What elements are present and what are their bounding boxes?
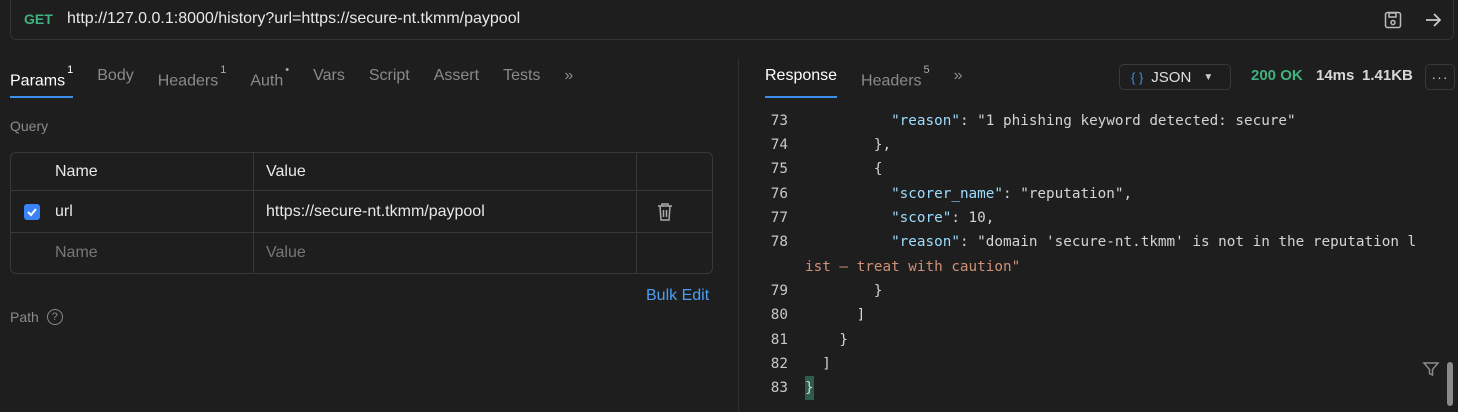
query-section-label: Query (10, 118, 49, 134)
tab-response[interactable]: Response (765, 62, 838, 98)
more-tabs-icon[interactable]: » (954, 62, 963, 98)
more-tabs-icon[interactable]: » (564, 62, 573, 98)
tab-label: Params (10, 72, 66, 90)
line-number: 77 (770, 210, 788, 226)
tab-vars[interactable]: Vars (313, 62, 345, 96)
http-method[interactable]: GET (24, 11, 53, 27)
tab-script[interactable]: Script (369, 62, 410, 96)
tab-badge: 5 (923, 64, 930, 76)
bulk-edit-button[interactable]: Bulk Edit (646, 287, 709, 305)
url-input[interactable]: http://127.0.0.1:8000/history?url=https:… (67, 10, 520, 28)
tab-label: Headers (861, 72, 922, 90)
param-name[interactable]: url (55, 191, 73, 232)
table-row: url https://secure-nt.tkmm/paypool (11, 191, 712, 233)
tab-assert[interactable]: Assert (434, 62, 479, 96)
code-text: "reason": "domain 'secure-nt.tkmm' is no… (891, 234, 1417, 250)
path-section-label: Path (10, 309, 39, 325)
tab-headers[interactable]: Headers1 (158, 62, 227, 96)
tab-badge: 1 (220, 64, 227, 76)
response-format-select[interactable]: { } JSON ▼ (1119, 64, 1231, 90)
code-text: "reason": "1 phishing keyword detected: … (891, 113, 1296, 129)
new-param-row: Name Value (11, 233, 712, 273)
help-icon[interactable]: ? (46, 309, 63, 325)
filter-icon[interactable] (1422, 360, 1440, 383)
tab-label: Headers (157, 72, 219, 90)
tab-tests[interactable]: Tests (503, 62, 540, 96)
tab-label: Tests (503, 67, 541, 84)
code-text: } (805, 283, 883, 299)
checkmark-icon (24, 203, 40, 220)
tab-label: Script (368, 67, 410, 84)
code-text: { (805, 161, 883, 177)
line-number: 79 (770, 283, 788, 299)
tab-label: Body (97, 67, 134, 84)
new-param-name-input[interactable]: Name (55, 233, 98, 273)
tab-label: Assert (433, 67, 480, 84)
tab-response-headers[interactable]: Headers5 (861, 62, 930, 96)
code-text: "scorer_name": "reputation", (891, 186, 1133, 202)
code-text: }, (805, 137, 892, 153)
tab-label: Response (765, 67, 838, 84)
line-number: 78 (770, 234, 788, 250)
query-params-table: Name Value url https://secure-nt.tkmm/pa… (10, 152, 713, 274)
send-arrow-icon[interactable] (1421, 8, 1445, 32)
response-time: 14ms (1316, 67, 1355, 84)
caret-down-icon: ▼ (1203, 71, 1214, 83)
line-number: 82 (770, 356, 788, 372)
response-scrollbar[interactable] (1447, 362, 1453, 406)
code-text: ist — treat with caution" (805, 259, 1021, 275)
tab-body[interactable]: Body (97, 62, 133, 96)
more-options-button[interactable]: ··· (1425, 64, 1455, 90)
table-header-row: Name Value (11, 153, 712, 191)
line-number: 74 (770, 137, 788, 153)
new-param-value-input[interactable]: Value (266, 233, 306, 273)
line-number: 73 (770, 113, 788, 129)
path-section: Path ? (10, 309, 63, 325)
tab-auth[interactable]: Auth• (250, 62, 289, 96)
trash-icon[interactable] (656, 191, 674, 232)
tab-badge: • (285, 64, 290, 76)
code-text: "score": 10, (891, 210, 995, 226)
save-icon[interactable] (1381, 8, 1405, 32)
line-number: 76 (770, 186, 788, 202)
tab-label: Vars (313, 67, 345, 84)
code-text: ] (805, 356, 831, 372)
param-value[interactable]: https://secure-nt.tkmm/paypool (266, 191, 485, 232)
code-text: } (805, 376, 814, 400)
tab-params[interactable]: Params1 (10, 62, 74, 98)
tab-badge: 1 (67, 64, 74, 76)
json-braces-icon: { } (1131, 69, 1144, 85)
code-text: } (805, 332, 849, 348)
param-enabled-checkbox[interactable] (24, 191, 40, 232)
response-body-viewer[interactable]: 73 "reason": "1 phishing keyword detecte… (760, 112, 1450, 412)
url-bar: GET http://127.0.0.1:8000/history?url=ht… (10, 0, 1454, 40)
tab-label: Auth (250, 72, 284, 90)
line-number: 75 (770, 161, 788, 177)
column-header-value: Value (266, 162, 306, 180)
response-size: 1.41KB (1362, 67, 1413, 84)
line-number: 83 (770, 380, 788, 396)
code-text: ] (805, 307, 866, 323)
format-label: JSON (1151, 68, 1192, 86)
column-header-name: Name (55, 162, 98, 180)
request-tabs: Params1 Body Headers1 Auth• Vars Script … (10, 62, 573, 98)
line-number: 80 (770, 307, 788, 323)
line-number: 81 (770, 332, 788, 348)
status-code: 200 OK (1251, 67, 1303, 84)
response-tabs: Response Headers5 » (765, 62, 963, 98)
pane-divider[interactable] (738, 58, 739, 412)
